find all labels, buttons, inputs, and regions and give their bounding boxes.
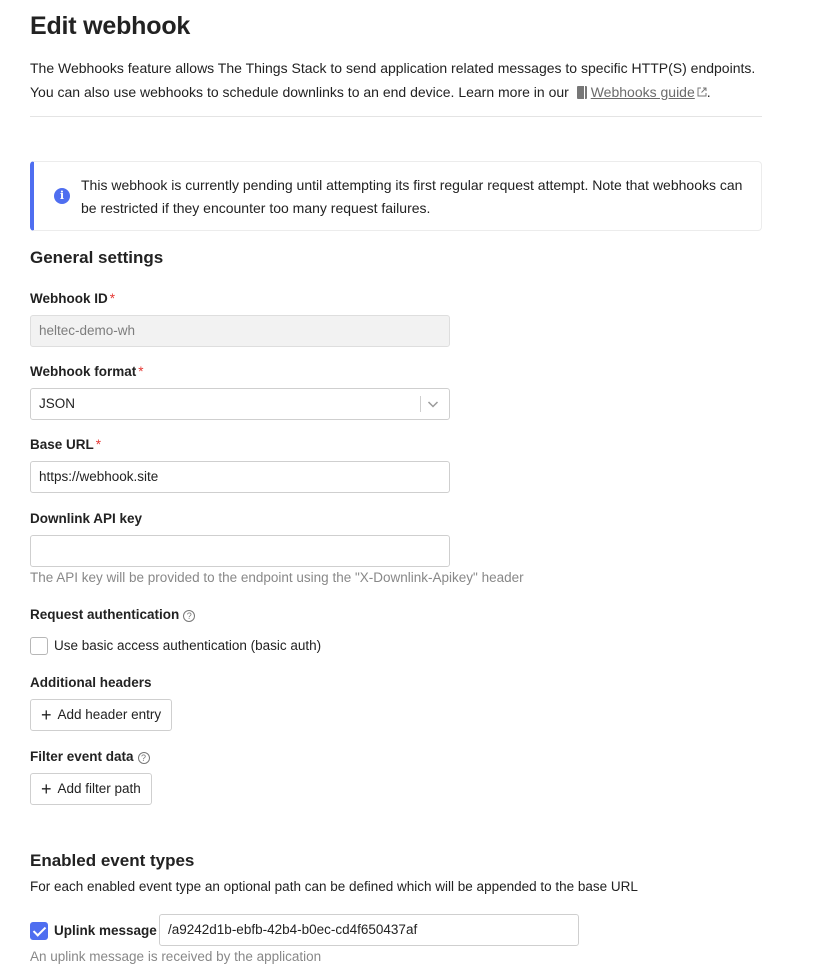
request-auth-label: Request authentication? [30,607,196,622]
downlink-api-key-help: The API key will be provided to the endp… [30,570,524,585]
uplink-help: An uplink message is received by the app… [30,949,322,964]
help-icon[interactable]: ? [183,610,196,622]
info-icon: i [54,188,70,204]
required-marker: * [138,364,144,379]
event-types-description: For each enabled event type an optional … [30,879,638,894]
uplink-message-label[interactable]: Uplink message [54,923,157,938]
base-url-input[interactable]: https://webhook.site [30,461,450,493]
select-separator [420,396,421,412]
plus-icon: + [41,779,52,799]
add-filter-path-button[interactable]: + Add filter path [30,773,152,805]
basic-auth-checkbox[interactable] [30,637,48,655]
base-url-label: Base URL * [30,437,102,452]
uplink-path-input[interactable]: /a9242d1b-ebfb-42b4-b0ec-cd4f650437af [159,914,579,946]
uplink-message-checkbox[interactable] [30,922,48,940]
additional-headers-label: Additional headers [30,675,152,690]
webhook-id-label: Webhook ID * [30,291,116,306]
webhook-format-label: Webhook format * [30,364,144,379]
external-link-icon [697,87,707,97]
required-marker: * [109,291,116,306]
chevron-down-icon[interactable] [427,398,439,410]
pending-notice: i This webhook is currently pending unti… [30,161,762,231]
required-marker: * [95,437,102,452]
webhook-format-select[interactable]: JSON [30,388,450,420]
basic-auth-label[interactable]: Use basic access authentication (basic a… [54,638,321,653]
downlink-api-key-input[interactable] [30,535,450,567]
notice-text: This webhook is currently pending until … [81,177,743,216]
intro-text: The Webhooks feature allows The Things S… [30,60,756,100]
downlink-api-key-label: Downlink API key [30,511,143,526]
general-settings-heading: General settings [30,248,164,267]
webhook-id-input: heltec-demo-wh [30,315,450,347]
add-header-entry-button[interactable]: + Add header entry [30,699,173,731]
help-icon[interactable]: ? [137,752,150,764]
book-icon [576,86,587,99]
divider [30,116,762,117]
enabled-event-types-heading: Enabled event types [30,851,195,870]
webhooks-guide-link[interactable]: Webhooks guide [591,84,695,100]
filter-event-data-label: Filter event data? [30,749,150,764]
page-title: Edit webhook [30,12,191,40]
plus-icon: + [41,705,52,725]
